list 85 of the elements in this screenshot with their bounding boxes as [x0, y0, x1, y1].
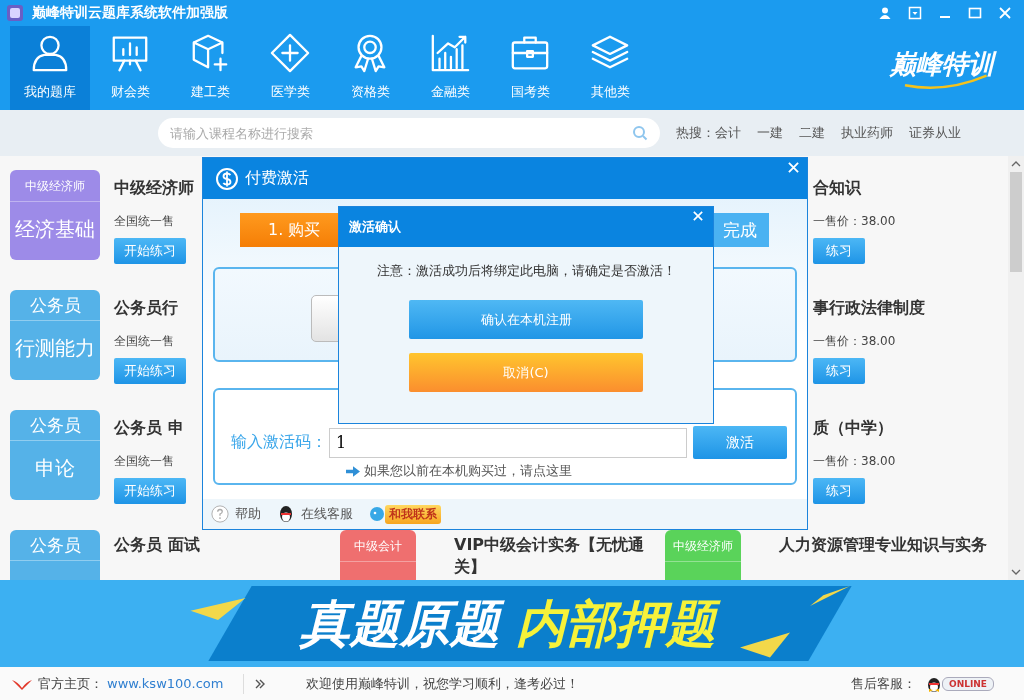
course-title: VIP中级会计实务【无忧通关】	[454, 534, 646, 578]
course-title: 事行政法律制度	[813, 298, 925, 319]
course-title: 公务员 申	[114, 418, 184, 439]
confirm-register-button[interactable]: 确认在本机注册	[409, 300, 643, 339]
course-title: 公务员 面试	[114, 534, 200, 556]
bar-chart-icon	[429, 32, 471, 74]
activation-code-label: 输入激活码：	[231, 432, 327, 453]
double-chevron-icon[interactable]	[254, 677, 267, 690]
diamond-plus-icon	[269, 32, 311, 74]
course-price: 全国统一售	[114, 453, 174, 470]
course-badge: 公务员	[10, 530, 100, 580]
start-practice-button[interactable]: 练习	[813, 358, 865, 384]
course-badge: 中级会计	[340, 530, 416, 580]
category-tab[interactable]: 金融类	[410, 26, 490, 110]
start-practice-button[interactable]: 开始练习	[114, 358, 186, 384]
close-icon[interactable]	[998, 6, 1012, 20]
hot-search-link[interactable]: 会计	[715, 124, 741, 142]
scroll-up-icon[interactable]	[1011, 161, 1021, 167]
homepage-link[interactable]: www.ksw100.com	[107, 676, 224, 691]
course-price: 全国统一售	[114, 213, 174, 230]
banner-headline: 真题原题	[300, 590, 508, 657]
dollar-icon	[215, 166, 239, 191]
activation-code-field[interactable]: 1	[329, 427, 687, 458]
course-title: 质（中学）	[813, 418, 893, 439]
course-price: 全国统一售	[114, 333, 174, 350]
course-badge: 中级经济师 经济基础	[10, 170, 100, 260]
user-icon[interactable]	[878, 6, 892, 20]
course-title: 公务员行	[114, 298, 178, 319]
scroll-down-icon[interactable]	[1011, 569, 1021, 575]
arrow-right-icon	[346, 465, 360, 477]
course-badge: 公务员 行测能力	[10, 290, 100, 380]
paper-plane-icon	[190, 598, 246, 620]
category-tab[interactable]: 医学类	[250, 26, 330, 110]
paper-plane-icon	[740, 632, 790, 658]
warning-message: 注意：激活成功后将绑定此电脑，请确定是否激活！	[376, 262, 676, 280]
hot-search-link[interactable]: 证券从业	[909, 124, 961, 142]
close-icon[interactable]	[693, 211, 703, 221]
category-tab[interactable]: 我的题库	[10, 26, 90, 110]
help-link[interactable]: 帮助	[235, 505, 261, 523]
category-tab[interactable]: 资格类	[330, 26, 410, 110]
dialog-title: 付费激活	[245, 168, 309, 189]
promo-banner[interactable]: 真题原题 内部押题	[0, 580, 1024, 667]
course-badge: 公务员 申论	[10, 410, 100, 500]
course-price: 一售价：38.00	[813, 333, 896, 350]
penguin-icon[interactable]	[277, 505, 295, 523]
dialog-title: 激活确认	[349, 218, 401, 236]
paper-plane-icon	[810, 586, 850, 606]
scrollbar[interactable]	[1008, 156, 1024, 580]
service-label: 售后客服：	[851, 674, 917, 693]
previous-purchase-link[interactable]: 如果您以前在本机购买过，请点这里	[364, 462, 572, 480]
scrollbar-thumb[interactable]	[1010, 172, 1022, 272]
chat-bubble-icon	[369, 506, 385, 522]
course-title: 人力资源管理专业知识与实务	[779, 534, 987, 556]
dropdown-icon[interactable]	[908, 6, 922, 20]
close-icon[interactable]	[788, 162, 799, 173]
search-icon[interactable]	[632, 125, 648, 141]
course-price: 一售价：38.00	[813, 453, 896, 470]
activate-button[interactable]: 激活	[692, 426, 787, 459]
wing-logo-icon	[12, 677, 32, 690]
category-tab[interactable]: 财会类	[90, 26, 170, 110]
course-price: 一售价：38.00	[813, 213, 896, 230]
banner-headline: 内部押题	[516, 590, 724, 657]
start-practice-button[interactable]: 开始练习	[114, 238, 186, 264]
category-tab[interactable]: 国考类	[490, 26, 570, 110]
window-title: 巅峰特训云题库系统软件加强版	[32, 4, 228, 22]
search-field[interactable]: 请输入课程名称进行搜索	[158, 118, 660, 148]
start-practice-button[interactable]: 练习	[813, 478, 865, 504]
category-tab[interactable]: 其他类	[570, 26, 650, 110]
help-icon[interactable]	[211, 505, 229, 523]
maximize-icon[interactable]	[968, 6, 982, 20]
course-badge: 中级经济师	[665, 530, 741, 580]
homepage-label: 官方主页：	[38, 674, 103, 693]
start-practice-button[interactable]: 开始练习	[114, 478, 186, 504]
app-icon	[6, 4, 24, 22]
hot-search-label: 热搜：	[676, 124, 715, 142]
cancel-button[interactable]: 取消(C)	[409, 353, 643, 392]
online-service-link[interactable]: 在线客服	[301, 505, 353, 523]
hot-search-link[interactable]: 一建	[757, 124, 783, 142]
welcome-message: 欢迎使用巅峰特训，祝您学习顺利，逢考必过！	[306, 674, 580, 693]
course-title: 中级经济师	[114, 178, 194, 199]
hot-search-link[interactable]: 执业药师	[841, 124, 893, 142]
start-practice-button[interactable]: 练习	[813, 238, 865, 264]
hot-search-link[interactable]: 二建	[799, 124, 825, 142]
course-title: 合知识	[813, 178, 861, 199]
category-tab[interactable]: 建工类	[170, 26, 250, 110]
